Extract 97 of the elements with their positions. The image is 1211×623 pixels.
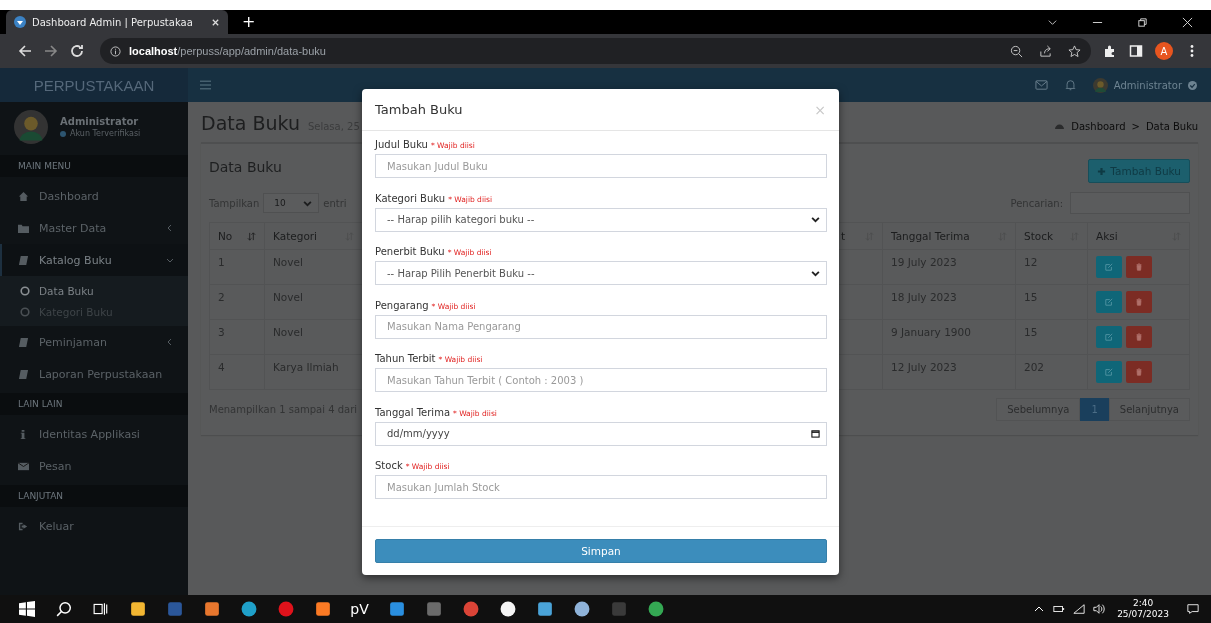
sign-out-icon — [18, 520, 29, 532]
trash-icon — [1135, 298, 1143, 306]
info-icon — [110, 45, 121, 57]
page-title: Data Buku — [201, 112, 300, 134]
edit-icon — [1105, 368, 1113, 376]
field-label: Stock — [375, 460, 403, 471]
column-header[interactable]: Tanggal Terima — [891, 230, 970, 242]
edit-icon — [1105, 298, 1113, 306]
home-icon — [18, 190, 29, 202]
edit-icon — [1105, 263, 1113, 271]
sidebar-item[interactable]: Master Data — [0, 212, 188, 244]
browser-tab[interactable]: Dashboard Admin | Perpustakaa — [6, 10, 228, 34]
side-panel-icon[interactable] — [1129, 44, 1143, 58]
sidebar-section-header: LANJUTAN — [0, 485, 188, 507]
sidebar-item[interactable]: Peminjaman — [0, 326, 188, 358]
back-arrow-icon[interactable] — [18, 44, 32, 58]
date-field[interactable]: dd/mm/yyyy — [375, 421, 827, 446]
sidebar-item[interactable]: Identitas Applikasi — [0, 418, 188, 450]
field-label: Penerbit Buku — [375, 246, 445, 257]
envelope-icon — [18, 460, 29, 472]
trash-icon — [1135, 368, 1143, 376]
address-bar[interactable]: localhost/perpuss/app/admin/data-buku — [100, 38, 1091, 64]
breadcrumb-separator: > — [1131, 121, 1140, 132]
notification-icon[interactable] — [1187, 603, 1199, 615]
close-icon[interactable] — [1182, 16, 1193, 28]
sidebar-section-header: LAIN LAIN — [0, 393, 188, 415]
avatar-icon — [1092, 77, 1108, 93]
chevron-down-icon — [303, 198, 313, 208]
dialog-title: Tambah Buku — [375, 102, 463, 117]
column-header[interactable]: Kategori — [273, 230, 318, 242]
column-header[interactable]: Stock — [1024, 230, 1054, 242]
select-field[interactable]: -- Harap Pilih Penerbit Buku -- — [375, 261, 827, 285]
chevron-left-icon — [166, 224, 174, 232]
sidebar-item[interactable]: Pesan — [0, 450, 188, 482]
field-label: Pengarang — [375, 299, 429, 311]
star-icon[interactable] — [1068, 44, 1081, 58]
profile-avatar[interactable]: A — [1155, 42, 1173, 60]
sidebar-item[interactable]: Dashboard — [0, 180, 188, 212]
user-name: Administrator — [60, 116, 140, 127]
column-header[interactable]: No — [218, 230, 233, 242]
new-tab-button[interactable]: + — [242, 12, 256, 31]
input-field[interactable]: Masukan Judul Buku — [375, 154, 827, 178]
tab-title: Dashboard Admin | Perpustakaa — [32, 16, 194, 28]
input-field[interactable]: Masukan Tahun Terbit ( Contoh : 2003 ) — [375, 368, 827, 392]
sidebar-item[interactable]: Keluar — [0, 510, 188, 542]
book-icon — [18, 368, 29, 380]
submenu-item[interactable]: Data Buku — [0, 280, 188, 301]
clock[interactable]: 2:40 25/07/2023 — [1117, 598, 1169, 620]
field-label: Kategori Buku — [375, 192, 446, 204]
folder-icon — [18, 222, 29, 234]
save-button[interactable]: Simpan — [375, 539, 827, 563]
card-title: Data Buku — [209, 159, 282, 175]
circle-icon — [20, 306, 30, 317]
bell-icon[interactable] — [1063, 79, 1077, 91]
close-icon[interactable] — [211, 17, 220, 27]
book-icon — [18, 254, 29, 266]
input-field[interactable]: Masukan Nama Pengarang — [375, 314, 827, 339]
entries-select[interactable]: 10 — [263, 193, 320, 213]
app-icon[interactable]: pV — [341, 595, 378, 623]
edit-icon — [1105, 333, 1113, 341]
column-header[interactable]: Aksi — [1096, 230, 1118, 242]
url-text: localhost/perpuss/app/admin/data-buku — [129, 45, 326, 57]
chevron-down-icon — [811, 268, 820, 278]
field-label: Tanggal Terima — [375, 406, 451, 418]
field-label: Judul Buku — [375, 139, 428, 150]
close-button[interactable]: × — [814, 101, 826, 118]
field-label: Tahun Terbit — [375, 353, 436, 364]
user-status: Akun Terverifikasi — [70, 129, 141, 138]
chevron-down-icon — [811, 215, 820, 224]
volume-icon[interactable] — [1093, 603, 1106, 615]
trash-icon — [1135, 263, 1143, 271]
forward-arrow-icon[interactable] — [44, 44, 58, 58]
restore-icon[interactable] — [1137, 16, 1148, 28]
envelope-icon[interactable] — [1034, 79, 1048, 91]
breadcrumb-link[interactable]: Dashboard — [1071, 121, 1126, 132]
sidebar-section-header: MAIN MENU — [0, 155, 188, 177]
chevron-left-icon — [166, 338, 174, 346]
user-menu[interactable]: Administrator — [1092, 77, 1197, 93]
book-icon — [18, 336, 29, 348]
trash-icon — [1135, 333, 1143, 341]
input-field[interactable]: Masukan Jumlah Stock — [375, 475, 827, 499]
avatar-icon — [14, 110, 48, 144]
sidebar-item[interactable]: Laporan Perpustakaan — [0, 358, 188, 390]
plus-icon — [1097, 166, 1107, 176]
zoom-out-icon[interactable] — [1010, 44, 1023, 58]
battery-icon[interactable] — [1053, 603, 1066, 615]
calendar-icon — [811, 429, 820, 438]
chevron-down-icon — [166, 256, 174, 264]
circle-icon — [20, 285, 30, 296]
brand-logo[interactable]: PERPUSTAKAAN — [0, 68, 188, 102]
puzzle-icon[interactable] — [1103, 44, 1117, 58]
verified-icon — [1188, 80, 1197, 90]
wifi-icon[interactable] — [1073, 603, 1086, 615]
verified-icon — [60, 130, 66, 137]
share-icon[interactable] — [1039, 44, 1052, 58]
reload-icon[interactable] — [70, 44, 84, 58]
select-field[interactable]: -- Harap pilih kategori buku -- — [375, 207, 827, 232]
